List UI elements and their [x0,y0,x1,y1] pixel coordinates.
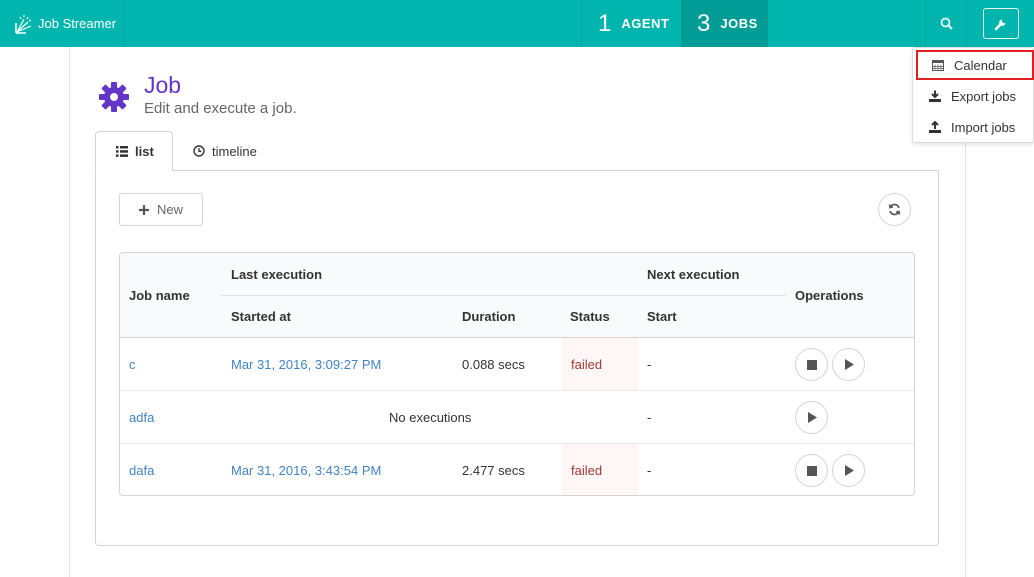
started-at-link[interactable]: Mar 31, 2016, 3:09:27 PM [231,338,381,390]
brand-logo[interactable]: Job Streamer [0,0,124,47]
search-button[interactable] [925,0,967,47]
search-icon [940,17,953,30]
menu-item-import-jobs[interactable]: Import jobs [913,112,1033,142]
col-status: Status [570,309,610,324]
duration: 2.477 secs [462,462,525,478]
run-button[interactable] [832,348,865,381]
jobs-label: JOBS [720,16,758,31]
table-row: dafa Mar 31, 2016, 3:43:54 PM 2.477 secs… [120,444,914,495]
stop-button[interactable] [795,454,828,487]
menu-item-label: Export jobs [951,88,1017,104]
nav-jobs[interactable]: 3 JOBS [681,0,768,47]
no-executions-text: No executions [389,409,472,425]
brand-name: Job Streamer [38,16,117,31]
page-subtitle: Edit and execute a job. [144,100,297,117]
settings-menu-button[interactable] [983,8,1019,39]
col-next-execution: Next execution [647,267,740,282]
next-start: - [647,462,652,478]
job-name-link[interactable]: c [129,338,136,390]
stop-button[interactable] [795,348,828,381]
upload-icon [929,121,941,133]
col-job-name: Job name [129,288,190,303]
menu-item-label: Import jobs [951,119,1016,135]
settings-dropdown-menu: Calendar Export jobs Import jobs [912,47,1034,143]
play-icon [844,359,854,370]
tab-timeline[interactable]: timeline [193,131,283,171]
col-operations: Operations [795,288,864,303]
refresh-button[interactable] [878,193,911,226]
next-start: - [647,409,652,425]
run-button[interactable] [795,401,828,434]
duration: 0.088 secs [462,356,525,372]
col-start: Start [647,309,677,324]
new-job-button[interactable]: New [119,193,203,226]
table-header: Job name Last execution Next execution O… [120,253,914,338]
top-nav-bar: Job Streamer 1 AGENT 3 JOBS [0,0,1034,47]
play-icon [844,465,854,476]
list-icon [116,145,128,157]
job-name-link[interactable]: dafa [129,444,154,495]
tab-label: timeline [212,143,257,159]
clock-icon [193,145,205,157]
col-duration: Duration [462,309,516,324]
jobs-count: 3 [697,9,711,37]
tab-label: list [135,143,154,159]
col-started-at: Started at [231,309,291,324]
menu-item-export-jobs[interactable]: Export jobs [913,81,1033,111]
status-failed: failed [562,338,638,390]
job-name-link[interactable]: adfa [129,391,154,443]
run-button[interactable] [832,454,865,487]
calendar-icon [932,60,944,71]
header-divider [221,295,786,296]
plus-icon [138,204,149,215]
new-button-label: New [156,202,183,217]
gear-icon [99,82,129,112]
menu-item-label: Calendar [954,57,1007,73]
streamer-logo-icon [15,14,32,34]
agent-count: 1 [598,9,612,37]
status-failed: failed [562,444,638,495]
agent-label: AGENT [621,16,670,31]
table-row: adfa No executions - [120,391,914,444]
stop-icon [806,359,817,370]
refresh-icon [888,203,901,216]
stop-icon [806,465,817,476]
col-last-execution: Last execution [231,267,323,282]
jobs-table: Job name Last execution Next execution O… [119,252,915,496]
menu-item-calendar[interactable]: Calendar [916,50,1034,80]
wrench-icon [994,19,1006,30]
started-at-link[interactable]: Mar 31, 2016, 3:43:54 PM [231,444,381,495]
play-icon [807,412,817,423]
tab-list[interactable]: list [95,131,173,171]
table-row: c Mar 31, 2016, 3:09:27 PM 0.088 secs fa… [120,338,914,391]
download-icon [929,90,941,102]
page-title: Job [144,72,182,98]
nav-agent[interactable]: 1 AGENT [581,0,681,47]
next-start: - [647,356,652,372]
